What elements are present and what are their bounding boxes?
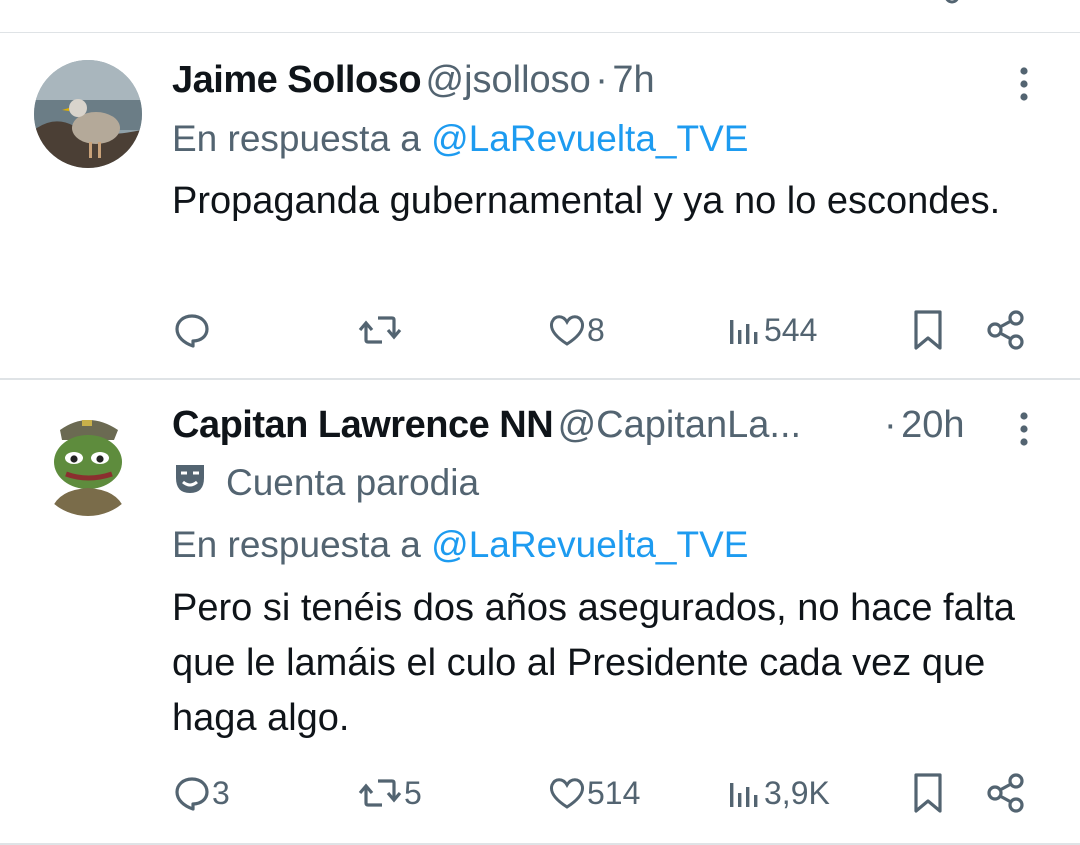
retweet-icon — [356, 773, 404, 813]
views-button[interactable]: 3,9K — [724, 768, 830, 818]
timestamp[interactable]: 7h — [612, 59, 654, 101]
views-icon — [724, 310, 764, 350]
like-icon — [547, 310, 587, 350]
user-handle[interactable]: @jsolloso — [426, 59, 591, 101]
reply-to-link[interactable]: @LaRevuelta_TVE — [431, 524, 748, 565]
reply-count: 3 — [212, 774, 230, 811]
like-icon — [547, 773, 587, 813]
tweet-header: Jaime Solloso @jsolloso · 7h — [172, 59, 655, 105]
parody-label: Cuenta parodia — [226, 461, 480, 503]
reply-to-link[interactable]: @LaRevuelta_TVE — [431, 118, 748, 159]
reply-icon — [172, 310, 212, 350]
separator-dot: · — [884, 404, 897, 446]
reply-icon — [172, 773, 212, 813]
tweet[interactable]: Jaime Solloso @jsolloso · 7h En respuest… — [0, 33, 1080, 378]
like-count: 8 — [587, 311, 605, 348]
avatar[interactable] — [34, 60, 142, 168]
reply-button[interactable] — [172, 305, 212, 355]
share-icon — [984, 771, 1028, 815]
bookmark-button[interactable] — [908, 305, 948, 355]
views-button[interactable]: 544 — [724, 305, 817, 355]
tweet-actions: 8 544 — [172, 305, 1032, 355]
share-button[interactable] — [984, 768, 1028, 818]
reply-context: En respuesta a @LaRevuelta_TVE — [172, 118, 748, 160]
like-button[interactable]: 514 — [547, 768, 640, 818]
bookmark-button[interactable] — [908, 768, 948, 818]
user-handle[interactable]: @CapitanLa... — [558, 404, 802, 446]
parody-badge: Cuenta parodia — [172, 460, 479, 505]
previous-tweet-actions — [900, 0, 980, 6]
tweet-header: Capitan Lawrence NN @CapitanLa... — [172, 404, 801, 450]
bookmark-icon — [908, 308, 948, 352]
like-count: 514 — [587, 774, 641, 811]
more-icon[interactable] — [1010, 66, 1038, 106]
separator-dot: · — [595, 59, 608, 101]
timestamp[interactable]: 20h — [901, 404, 964, 446]
tweet[interactable]: Capitan Lawrence NN @CapitanLa... · 20h … — [0, 380, 1080, 840]
tweet-text: Propaganda gubernamental y ya no lo esco… — [172, 180, 1001, 222]
tweet-text: Pero si tenéis dos años asegurados, no h… — [172, 587, 1015, 739]
share-icon — [984, 308, 1028, 352]
share-button[interactable] — [984, 305, 1028, 355]
views-count: 3,9K — [764, 774, 830, 811]
display-name[interactable]: Jaime Solloso — [172, 59, 422, 101]
parody-mask-icon — [172, 460, 208, 505]
avatar[interactable] — [34, 408, 142, 516]
display-name[interactable]: Capitan Lawrence NN — [172, 404, 554, 446]
retweet-icon — [356, 310, 404, 350]
tweet-time: · 20h — [884, 404, 965, 447]
tweet-actions: 3 5 514 3,9K — [172, 768, 1032, 818]
reply-button[interactable]: 3 — [172, 768, 230, 818]
bookmark-icon — [908, 771, 948, 815]
more-icon[interactable] — [1010, 411, 1038, 451]
reply-context: En respuesta a @LaRevuelta_TVE — [172, 524, 748, 566]
reply-prefix: En respuesta a — [172, 118, 421, 159]
retweet-button[interactable]: 5 — [356, 768, 422, 818]
retweet-count: 5 — [404, 774, 422, 811]
like-button[interactable]: 8 — [547, 305, 605, 355]
reply-prefix: En respuesta a — [172, 524, 421, 565]
views-count: 544 — [764, 311, 818, 348]
views-icon — [724, 773, 764, 813]
retweet-button[interactable] — [356, 305, 404, 355]
